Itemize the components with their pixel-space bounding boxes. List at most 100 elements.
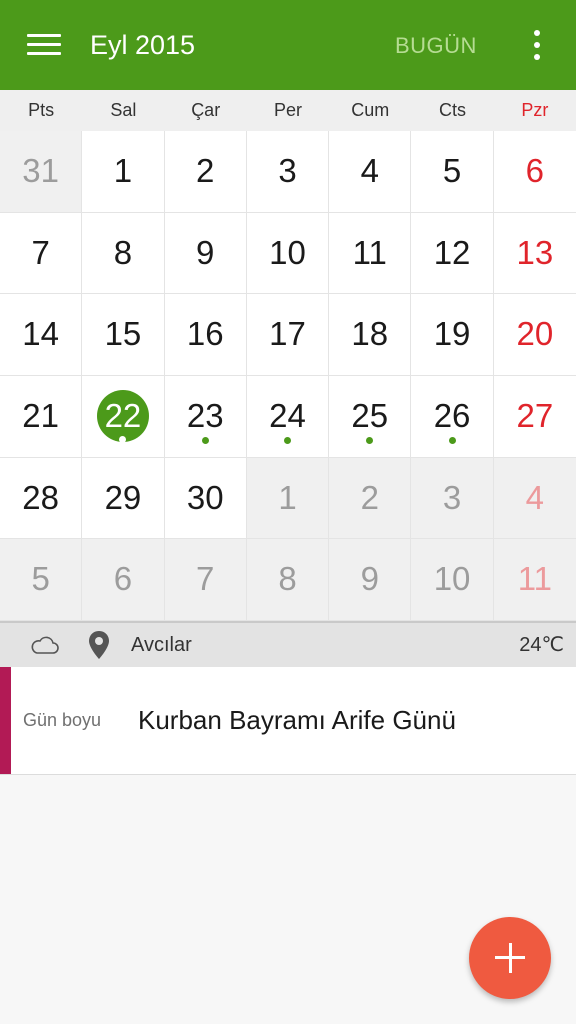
day-number: 1 — [113, 152, 133, 189]
day-number: 28 — [22, 478, 59, 516]
calendar-day[interactable]: 21 — [0, 375, 83, 458]
calendar-day[interactable]: 6 — [82, 539, 165, 621]
day-number: 1 — [278, 478, 297, 516]
day-number: 9 — [360, 560, 379, 598]
event-indicator-dot — [119, 435, 127, 443]
calendar-day[interactable]: 15 — [82, 294, 165, 376]
day-number: 9 — [196, 233, 215, 271]
calendar-day[interactable]: 28 — [0, 457, 83, 540]
calendar-day[interactable]: 1 — [246, 457, 330, 540]
calendar-day[interactable]: 18 — [329, 294, 412, 376]
calendar-day[interactable]: 20 — [493, 294, 576, 376]
day-number: 8 — [113, 233, 133, 271]
calendar-day[interactable]: 1 — [82, 131, 165, 213]
app-bar: Eyl 2015 BUGÜN — [0, 0, 576, 90]
day-number: 4 — [525, 478, 545, 516]
today-button[interactable]: BUGÜN — [395, 33, 477, 59]
location-pin-icon — [89, 631, 109, 659]
weekday-label: Pts — [28, 100, 55, 120]
location-name: Avcılar — [131, 634, 192, 656]
day-number: 5 — [442, 152, 462, 189]
cloud-icon — [31, 636, 59, 654]
calendar-day[interactable]: 27 — [493, 375, 576, 458]
calendar-grid: 31 1 2 3 4 5 6 7 8 9 10 11 12 13 14 15 16 17 18 19 20 21 22 23 2… — [0, 131, 576, 621]
day-number: 31 — [22, 152, 59, 189]
calendar-day[interactable]: 7 — [0, 212, 83, 295]
weekday-label: Çar — [191, 100, 221, 120]
calendar-day[interactable]: 3 — [411, 457, 494, 540]
temperature: 24℃ — [519, 634, 564, 656]
calendar-day[interactable]: 12 — [411, 212, 494, 295]
day-number: 10 — [269, 233, 306, 271]
more-options-icon[interactable] — [524, 28, 550, 64]
day-number: 5 — [31, 560, 50, 598]
calendar-day[interactable]: 29 — [82, 457, 165, 540]
calendar-day[interactable]: 10 — [246, 212, 330, 295]
calendar-day[interactable]: 13 — [493, 212, 576, 295]
day-number: 11 — [517, 560, 552, 598]
weather-bar[interactable]: Avcılar 24℃ — [0, 621, 576, 667]
calendar-day[interactable]: 7 — [164, 539, 247, 621]
calendar-day[interactable]: 23 — [164, 375, 247, 458]
event-item[interactable]: Gün boyu Kurban Bayramı Arife Günü — [0, 667, 576, 775]
day-number: 26 — [433, 396, 471, 434]
calendar-day[interactable]: 11 — [329, 212, 412, 295]
calendar-day[interactable]: 4 — [493, 457, 576, 540]
calendar-day[interactable]: 10 — [411, 539, 494, 621]
day-number: 4 — [360, 152, 379, 189]
day-number: 8 — [278, 560, 297, 598]
day-number: 7 — [196, 560, 215, 598]
weekday-label: Cts — [439, 100, 467, 120]
calendar-day[interactable]: 8 — [246, 539, 330, 621]
day-number: 2 — [360, 478, 379, 516]
calendar-day[interactable]: 11 — [493, 539, 576, 621]
calendar-day[interactable]: 2 — [164, 131, 247, 213]
day-number: 21 — [22, 396, 59, 434]
menu-icon[interactable] — [27, 32, 61, 58]
event-time: Gün boyu — [23, 710, 102, 730]
weekday-label: Cum — [351, 100, 390, 120]
calendar-day[interactable]: 9 — [164, 212, 247, 295]
event-indicator-dot — [283, 436, 291, 444]
month-title[interactable]: Eyl 2015 — [90, 28, 195, 62]
calendar-day[interactable]: 30 — [164, 457, 247, 540]
event-color-bar — [0, 667, 11, 774]
day-number: 20 — [516, 315, 554, 353]
calendar-day[interactable]: 8 — [82, 212, 165, 295]
day-number: 3 — [278, 152, 297, 189]
calendar-day[interactable]: 17 — [246, 294, 330, 376]
day-number: 23 — [186, 396, 224, 434]
day-number: 6 — [525, 152, 545, 189]
calendar-day[interactable]: 25 — [329, 375, 412, 458]
day-number: 18 — [351, 315, 389, 353]
calendar-day[interactable]: 2 — [329, 457, 412, 540]
day-number: 7 — [31, 233, 50, 271]
day-number: 19 — [433, 315, 471, 353]
calendar-day[interactable]: 9 — [329, 539, 412, 621]
calendar-day[interactable]: 6 — [493, 131, 576, 213]
calendar-day-selected[interactable]: 22 — [82, 375, 165, 458]
calendar-day[interactable]: 5 — [0, 539, 83, 621]
calendar-day[interactable]: 16 — [164, 294, 247, 376]
calendar-day[interactable]: 4 — [329, 131, 412, 213]
calendar-day[interactable]: 24 — [246, 375, 330, 458]
calendar-day[interactable]: 3 — [246, 131, 330, 213]
day-number: 17 — [269, 315, 306, 353]
add-event-button[interactable] — [469, 917, 551, 999]
day-number: 2 — [196, 152, 215, 189]
day-number: 22 — [104, 396, 142, 434]
day-number: 16 — [186, 315, 224, 353]
calendar-day[interactable]: 26 — [411, 375, 494, 458]
calendar-day[interactable]: 5 — [411, 131, 494, 213]
weekday-label: Pzr — [521, 100, 549, 120]
day-number: 25 — [351, 396, 389, 434]
day-number: 12 — [433, 233, 471, 271]
day-number: 27 — [516, 396, 554, 434]
day-number: 11 — [352, 233, 387, 271]
event-indicator-dot — [448, 436, 456, 444]
calendar-day[interactable]: 19 — [411, 294, 494, 376]
calendar-day[interactable]: 31 — [0, 131, 83, 213]
day-number: 14 — [22, 315, 59, 353]
day-number: 10 — [433, 560, 471, 598]
calendar-day[interactable]: 14 — [0, 294, 83, 376]
